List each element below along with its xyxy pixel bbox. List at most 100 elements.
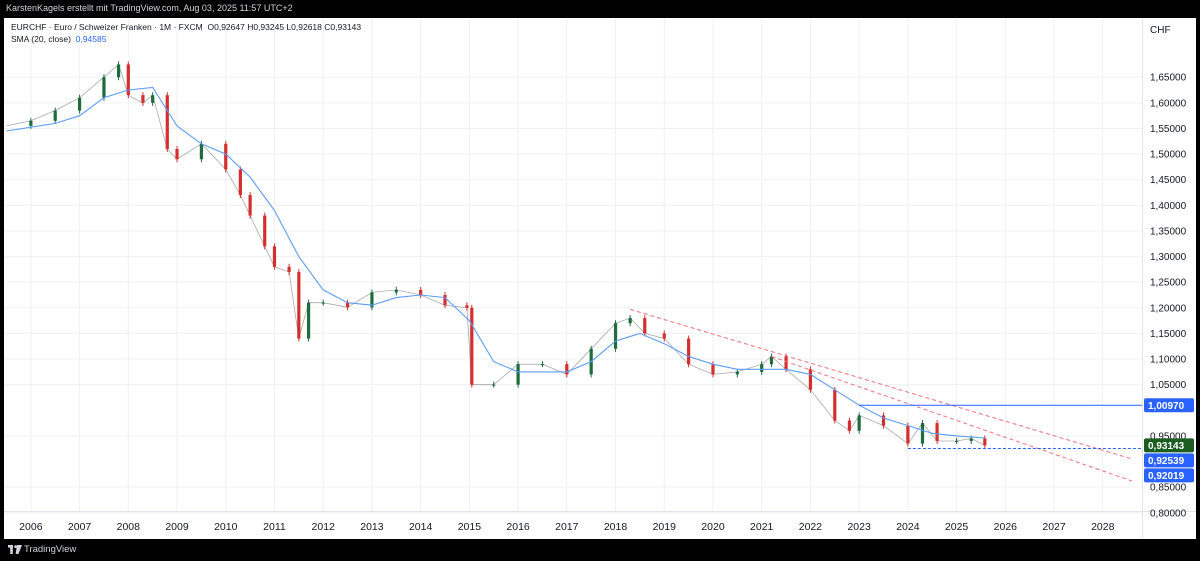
sma-line	[6, 86, 985, 439]
x-tick-label: 2022	[799, 521, 823, 533]
x-tick-label: 2024	[896, 521, 920, 533]
y-tick-label: 1,05000	[1150, 380, 1187, 391]
x-tick-label: 2006	[19, 521, 43, 533]
candle-body	[833, 389, 837, 421]
price-chart[interactable]: 2006 2007 2008 2009 2010 2011 2012 2013 2014 2015…	[4, 18, 1196, 539]
legend-indicator-row[interactable]: SMA (20, close) 0,94585	[11, 34, 106, 44]
legend-sma-value: 0,94585	[75, 34, 107, 44]
candle-body	[711, 364, 715, 375]
y-tick-label: 1,45000	[1150, 175, 1187, 186]
y-tick-label: 0,85000	[1150, 483, 1187, 494]
candle-body	[687, 338, 691, 365]
candle-body	[272, 246, 277, 267]
candle-body	[540, 364, 545, 366]
x-tick-label: 2019	[653, 521, 677, 533]
y-tick-label: 1,15000	[1150, 329, 1187, 340]
y-tick-label: 1,30000	[1150, 252, 1187, 263]
legend-symbol-row[interactable]: EURCHF · Euro / Schweizer Franken · 1M ·…	[11, 22, 361, 32]
x-tick-label: 2026	[994, 521, 1018, 533]
candle-body	[419, 289, 423, 295]
x-tick-label: 2007	[68, 521, 92, 533]
candle-body	[808, 369, 813, 390]
x-tick-label: 2025	[945, 521, 969, 533]
tradingview-brand: TradingView	[24, 544, 77, 555]
candle-body	[175, 148, 179, 160]
candle-body	[248, 195, 252, 216]
lower-trendline	[771, 356, 1133, 482]
level-tag-2-label: 0,92539	[1148, 456, 1185, 467]
candle-body	[857, 415, 861, 431]
candle-body	[935, 423, 939, 442]
candle-body	[165, 95, 169, 149]
x-tick-label: 2015	[458, 521, 482, 533]
attribution-text: KarstenKagels erstellt mit TradingView.c…	[6, 3, 293, 13]
y-tick-label: 1,60000	[1150, 98, 1187, 109]
candle-body	[306, 302, 311, 339]
candle-body	[565, 364, 569, 375]
x-tick-label: 2016	[506, 521, 530, 533]
candle-body	[102, 77, 106, 98]
candle-body	[983, 438, 987, 446]
x-tick-label: 2023	[847, 521, 871, 533]
candle-body	[516, 364, 520, 385]
candle-body	[116, 64, 121, 78]
candle-body	[443, 294, 447, 306]
candle-body	[151, 95, 155, 103]
candle-body	[760, 364, 764, 372]
candle-body	[492, 384, 496, 386]
x-tick-label: 2011	[263, 521, 286, 533]
y-tick-label: 1,35000	[1150, 226, 1187, 237]
candle-body	[297, 271, 301, 339]
x-tick-label: 2014	[409, 521, 433, 533]
top-attribution-bar: KarstenKagels erstellt mit TradingView.c…	[0, 0, 1200, 18]
candle-body	[954, 441, 959, 443]
upper-trendline	[630, 308, 1133, 460]
candle-body	[920, 423, 925, 444]
y-tick-label: 1,10000	[1150, 355, 1187, 366]
candle-body	[735, 371, 739, 375]
x-tick-label: 2021	[750, 521, 774, 533]
candle-body	[643, 318, 647, 334]
x-tick-label: 2010	[214, 521, 238, 533]
legend-ohlc: O0,92647 H0,93245 L0,92618 C0,93143	[207, 22, 362, 32]
candle-body	[238, 169, 242, 196]
candle-body	[470, 307, 474, 385]
y-tick-label: 1,65000	[1150, 73, 1187, 84]
y-tick-label: 1,20000	[1150, 303, 1187, 314]
x-tick-label: 2018	[604, 521, 628, 533]
candle-body	[394, 289, 398, 293]
x-tick-label: 2017	[555, 521, 579, 533]
currency-label: CHF	[1150, 25, 1171, 36]
candle-body	[769, 356, 774, 365]
candle-body	[465, 305, 469, 308]
candle-body	[847, 420, 852, 431]
x-tick-label: 2013	[360, 521, 384, 533]
y-tick-label: 1,25000	[1150, 278, 1187, 289]
y-tick-label: 1,55000	[1150, 124, 1187, 135]
legend-sma-label: SMA (20, close)	[11, 34, 71, 44]
legend-symbol: EURCHF · Euro / Schweizer Franken · 1M ·…	[11, 22, 203, 32]
y-tick-label: 1,50000	[1150, 150, 1187, 161]
chart-frame[interactable]: 2006 2007 2008 2009 2010 2011 2012 2013 2014 2015…	[4, 18, 1196, 539]
x-tick-label: 2028	[1091, 521, 1115, 533]
candle-body	[662, 333, 666, 339]
y-tick-label: 0,80000	[1150, 508, 1187, 519]
last-price-tag-label: 0,93143	[1148, 441, 1185, 452]
candle-body	[969, 438, 973, 442]
candle-body	[29, 120, 33, 126]
level-tag-1-label: 1,00970	[1148, 401, 1185, 412]
tradingview-logo-icon	[8, 545, 22, 554]
x-tick-label: 2009	[165, 521, 189, 533]
x-tick-label: 2012	[312, 521, 336, 533]
candle-body	[199, 143, 203, 160]
candle-body	[906, 425, 910, 444]
candle-body	[613, 323, 618, 349]
price-close-line	[6, 63, 986, 446]
candle-body	[53, 110, 57, 121]
candle-body	[784, 356, 788, 370]
candle-body	[224, 143, 228, 170]
candle-body	[287, 266, 291, 272]
x-tick-label: 2020	[701, 521, 725, 533]
candle-body	[345, 302, 350, 308]
y-tick-label: 1,40000	[1150, 201, 1187, 212]
